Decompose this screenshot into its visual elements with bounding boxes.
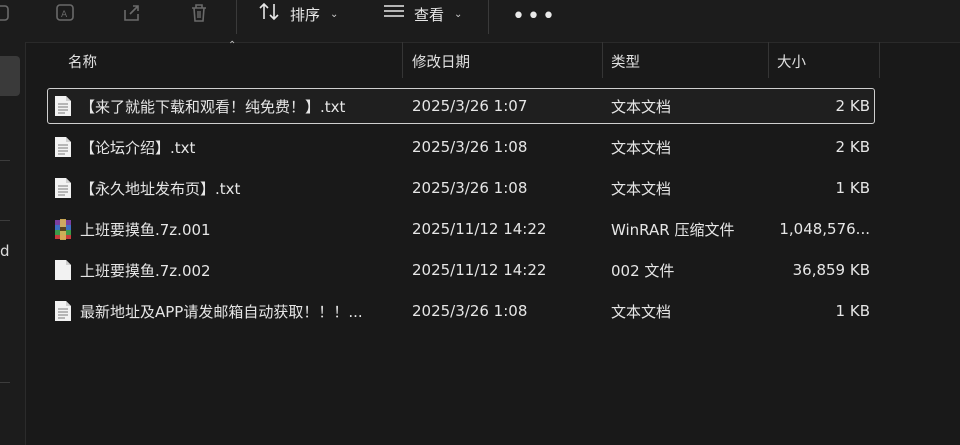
delete-icon[interactable]: [188, 2, 212, 24]
file-type: 文本文档: [611, 138, 672, 157]
nav-item-label[interactable]: d: [0, 242, 10, 260]
view-icon: [382, 1, 406, 27]
text-file-icon: [54, 136, 72, 158]
text-file-icon: [54, 95, 72, 117]
file-name-cell: 【永久地址发布页】.txt: [54, 171, 404, 205]
text-file-icon: [54, 300, 72, 322]
column-separator[interactable]: [602, 42, 603, 78]
file-name: 上班要摸鱼.7z.002: [80, 261, 211, 280]
command-bar: A 排序 ⌄ 查看 ⌄ •••: [0, 0, 960, 43]
file-name-cell: 上班要摸鱼.7z.001: [54, 212, 404, 246]
sort-ascending-icon: ⌃: [228, 40, 237, 51]
column-header-type[interactable]: 类型: [611, 42, 640, 80]
file-name: 上班要摸鱼.7z.001: [80, 220, 211, 239]
file-row[interactable]: 【来了就能下载和观看！纯免费！】.txt 2025/3/26 1:07 文本文档…: [47, 88, 875, 124]
file-name-cell: 【来了就能下载和观看！纯免费！】.txt: [54, 89, 404, 123]
nav-divider: [0, 160, 10, 161]
file-name: 【论坛介绍】.txt: [80, 138, 196, 157]
file-name: 最新地址及APP请发邮箱自动获取！！！...: [80, 302, 363, 321]
text-file-icon: [54, 177, 72, 199]
file-size: 36,859 KB: [792, 261, 870, 279]
file-type: 文本文档: [611, 179, 672, 198]
file-date: 2025/3/26 1:08: [412, 179, 528, 197]
sort-button[interactable]: 排序 ⌄: [258, 0, 338, 28]
column-separator[interactable]: [768, 42, 769, 78]
file-size: 2 KB: [835, 138, 870, 156]
winrar-archive-icon: [54, 218, 72, 240]
file-row[interactable]: 最新地址及APP请发邮箱自动获取！！！... 2025/3/26 1:08 文本…: [47, 293, 875, 329]
file-date: 2025/11/12 14:22: [412, 220, 547, 238]
file-date: 2025/3/26 1:08: [412, 138, 528, 156]
share-icon[interactable]: [121, 2, 145, 24]
svg-text:A: A: [61, 10, 68, 20]
file-type: 文本文档: [611, 97, 672, 116]
nav-selected-item[interactable]: [0, 56, 20, 96]
file-date: 2025/11/12 14:22: [412, 261, 547, 279]
toolbar-divider: [488, 0, 489, 34]
sort-label: 排序: [290, 5, 321, 24]
column-separator[interactable]: [879, 42, 880, 78]
column-header-name[interactable]: 名称: [68, 42, 97, 80]
file-date: 2025/3/26 1:08: [412, 302, 528, 320]
ai-icon[interactable]: A: [55, 2, 79, 24]
blank-file-icon: [54, 259, 72, 281]
file-type: 文本文档: [611, 302, 672, 321]
file-size: 1 KB: [835, 179, 870, 197]
chevron-down-icon: ⌄: [454, 8, 463, 20]
file-name-cell: 上班要摸鱼.7z.002: [54, 253, 404, 287]
file-size: 1,048,576...: [779, 220, 870, 238]
navigation-pane: d: [0, 42, 26, 445]
sort-icon: [258, 1, 282, 27]
column-header-date[interactable]: 修改日期: [412, 42, 470, 80]
more-options-button[interactable]: •••: [512, 4, 557, 29]
chevron-down-icon: ⌄: [330, 8, 339, 20]
column-header-size[interactable]: 大小: [777, 42, 806, 80]
cut-icon[interactable]: [0, 2, 24, 24]
file-row[interactable]: 上班要摸鱼.7z.002 2025/11/12 14:22 002 文件 36,…: [47, 252, 875, 288]
file-type: WinRAR 压缩文件: [611, 220, 735, 239]
file-size: 1 KB: [835, 302, 870, 320]
file-size: 2 KB: [835, 97, 870, 115]
file-name: 【来了就能下载和观看！纯免费！】.txt: [80, 97, 346, 116]
column-header: ⌃ 名称 修改日期 类型 大小: [25, 40, 960, 80]
file-name-cell: 最新地址及APP请发邮箱自动获取！！！...: [54, 294, 404, 328]
file-row[interactable]: 【论坛介绍】.txt 2025/3/26 1:08 文本文档 2 KB: [47, 129, 875, 165]
file-date: 2025/3/26 1:07: [412, 97, 528, 115]
nav-divider: [0, 382, 10, 383]
file-type: 002 文件: [611, 261, 675, 280]
file-name-cell: 【论坛介绍】.txt: [54, 130, 404, 164]
view-label: 查看: [414, 5, 445, 24]
nav-divider: [0, 220, 10, 221]
file-row[interactable]: 【永久地址发布页】.txt 2025/3/26 1:08 文本文档 1 KB: [47, 170, 875, 206]
view-button[interactable]: 查看 ⌄: [382, 0, 462, 28]
file-name: 【永久地址发布页】.txt: [80, 179, 241, 198]
toolbar-divider: [236, 0, 237, 34]
column-separator[interactable]: [402, 42, 403, 78]
file-row[interactable]: 上班要摸鱼.7z.001 2025/11/12 14:22 WinRAR 压缩文…: [47, 211, 875, 247]
